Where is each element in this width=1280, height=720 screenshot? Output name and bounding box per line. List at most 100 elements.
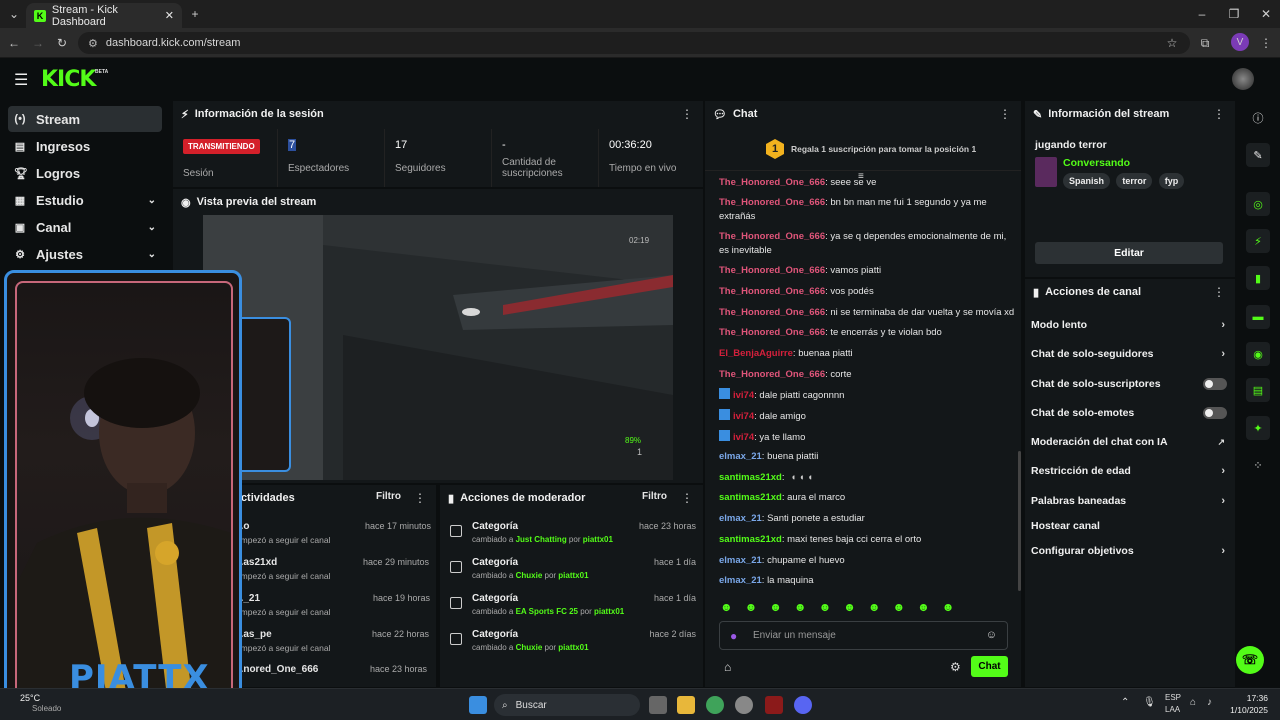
chat-input[interactable]: ● Enviar un mensaje ☺ (719, 621, 1008, 650)
stream-video[interactable]: 02:19 89% 1 (203, 215, 673, 480)
taskbar-search[interactable]: ⌕ Buscar (494, 694, 640, 716)
close-window-icon[interactable]: ✕ (1256, 4, 1276, 24)
user-link[interactable]: piattx01 (558, 643, 588, 652)
edit-button[interactable]: Editar (1035, 242, 1223, 264)
category-link[interactable]: Chuxie (516, 643, 543, 652)
microphone-tray-icon[interactable]: 🎙︎ (1143, 697, 1156, 708)
tab-search-icon[interactable]: ⌄ (4, 4, 24, 24)
broadcast-icon[interactable]: ◉ (1246, 342, 1270, 366)
url-input[interactable]: ⚙ dashboard.kick.com/stream (78, 32, 1190, 54)
chat-username[interactable]: El_BenjaAguirre (719, 348, 793, 359)
lightning-icon[interactable]: ⚡︎ (1246, 229, 1270, 253)
category-link[interactable]: Chuxie (516, 571, 543, 580)
chat-username[interactable]: santimas21xd (719, 492, 782, 503)
bookmark-star-icon[interactable]: ☆ (1162, 33, 1182, 53)
sidebar-item-logros[interactable]: 🏆︎ Logros (8, 160, 162, 186)
clock-time[interactable]: 17:36 (1232, 693, 1268, 703)
pencil-icon[interactable]: ✎ (1246, 143, 1270, 167)
chat-scrollbar[interactable] (1018, 451, 1021, 591)
subs-only-toggle[interactable] (1203, 378, 1227, 390)
network-icon[interactable]: ⌂ (1190, 697, 1196, 708)
hamburger-menu-icon[interactable]: ☰ (14, 70, 28, 90)
target-icon[interactable]: ◎ (1246, 192, 1270, 216)
emote-icon[interactable]: ☻ (843, 600, 856, 616)
kick-logo[interactable]: KICK (41, 67, 96, 92)
chat-username[interactable]: ivi74 (733, 390, 754, 401)
user-link[interactable]: piattx01 (583, 535, 613, 544)
more-options-icon[interactable]: ⋮ (1213, 107, 1225, 121)
help-support-icon[interactable]: ☏ (1236, 646, 1264, 674)
sidebar-item-canal[interactable]: ▣ Canal ⌄ (8, 214, 162, 240)
emote-icon[interactable]: ☻ (892, 600, 905, 616)
wrench-icon[interactable]: ✦ (1246, 416, 1270, 440)
forward-icon[interactable]: → (28, 33, 48, 53)
chat-username[interactable]: The_Honored_One_666 (719, 197, 825, 208)
action-followers-only[interactable]: Chat de solo-seguidores › (1031, 344, 1229, 364)
emote-icon[interactable]: ☻ (917, 600, 930, 616)
emote-icon[interactable]: ☻ (868, 600, 881, 616)
back-icon[interactable]: ← (4, 33, 24, 53)
task-view-icon[interactable] (649, 696, 667, 714)
chat-username[interactable]: The_Honored_One_666 (719, 327, 825, 338)
chat-username[interactable]: elmax_21 (719, 555, 762, 566)
emote-icon[interactable]: ☻ (942, 600, 955, 616)
chat-username[interactable]: elmax_21 (719, 575, 762, 586)
chat-username[interactable]: ivi74 (733, 432, 754, 443)
more-options-icon[interactable]: ⋮ (1213, 285, 1225, 299)
gift-banner[interactable]: 1 Regala 1 suscripción para tomar la pos… (705, 129, 1021, 171)
more-options-icon[interactable]: ⋮ (681, 491, 693, 505)
category-link[interactable]: EA Sports FC 25 (516, 607, 578, 616)
tray-chevron-icon[interactable]: ⌃ (1121, 697, 1129, 708)
emoji-icon[interactable]: ☺ (986, 629, 997, 641)
webcam-overlay[interactable]: PIATTX (4, 270, 242, 710)
emotes-only-toggle[interactable] (1203, 407, 1227, 419)
chat-username[interactable]: elmax_21 (719, 513, 762, 524)
emote-icon[interactable]: ☻ (720, 600, 733, 616)
browser-tab[interactable]: K Stream - Kick Dashboard ✕ (26, 3, 182, 28)
maximize-icon[interactable]: ❐ (1224, 4, 1244, 24)
obs-icon[interactable] (735, 696, 753, 714)
action-age-restriction[interactable]: Restricción de edad › (1031, 461, 1229, 481)
chat-username[interactable]: santimas21xd (719, 534, 782, 545)
layout-icon[interactable]: ▤ (1246, 378, 1270, 402)
send-chat-button[interactable]: Chat (971, 656, 1008, 677)
extensions-icon[interactable]: ⧉ (1195, 33, 1215, 53)
emote-icon[interactable]: ☻ (794, 600, 807, 616)
activities-filter-button[interactable]: Filtro (376, 491, 401, 502)
info-icon[interactable]: ⓘ (1246, 106, 1270, 130)
more-options-icon[interactable]: ⋮ (681, 107, 693, 121)
chat-username[interactable]: santimas21xd (719, 472, 782, 483)
clock-date[interactable]: 1/10/2025 (1222, 705, 1268, 715)
emote-icon[interactable]: ☻ (769, 600, 782, 616)
apps-icon[interactable]: ⁘ (1246, 453, 1270, 477)
sidebar-item-estudio[interactable]: ▦ Estudio ⌄ (8, 187, 162, 213)
card-icon[interactable]: ▮ (1246, 266, 1270, 290)
emote-icon[interactable]: ☻ (745, 600, 758, 616)
chat-username[interactable]: The_Honored_One_666 (719, 369, 825, 380)
emote-icon[interactable]: ☻ (819, 600, 832, 616)
action-goals[interactable]: Configurar objetivos › (1031, 541, 1229, 561)
windows-start-icon[interactable] (469, 696, 487, 714)
chrome-icon[interactable] (706, 696, 724, 714)
sidebar-item-ajustes[interactable]: ⚙ Ajustes ⌄ (8, 241, 162, 267)
mod-filter-button[interactable]: Filtro (642, 491, 667, 502)
lang-secondary[interactable]: LAA (1165, 705, 1180, 714)
close-tab-icon[interactable]: ✕ (165, 9, 174, 22)
user-link[interactable]: piattx01 (558, 571, 588, 580)
action-banned-words[interactable]: Palabras baneadas › (1031, 491, 1229, 511)
action-host-channel[interactable]: Hostear canal (1031, 516, 1229, 536)
action-slow-mode[interactable]: Modo lento › (1031, 315, 1229, 335)
sidebar-item-stream[interactable]: (•) Stream (8, 106, 162, 132)
new-tab-icon[interactable]: + (185, 4, 205, 24)
site-info-icon[interactable]: ⚙ (88, 37, 98, 50)
more-options-icon[interactable]: ⋮ (414, 491, 426, 505)
chat-username[interactable]: The_Honored_One_666 (719, 231, 825, 242)
game-icon[interactable] (765, 696, 783, 714)
chat-bubble-icon[interactable]: ▬ (1246, 305, 1270, 329)
stream-category[interactable]: Conversando (1063, 157, 1130, 169)
profile-avatar[interactable]: V (1231, 33, 1249, 51)
chat-username[interactable]: ivi74 (733, 411, 754, 422)
chat-username[interactable]: The_Honored_One_666 (719, 286, 825, 297)
volume-icon[interactable]: ♪ (1207, 697, 1212, 708)
file-explorer-icon[interactable] (677, 696, 695, 714)
